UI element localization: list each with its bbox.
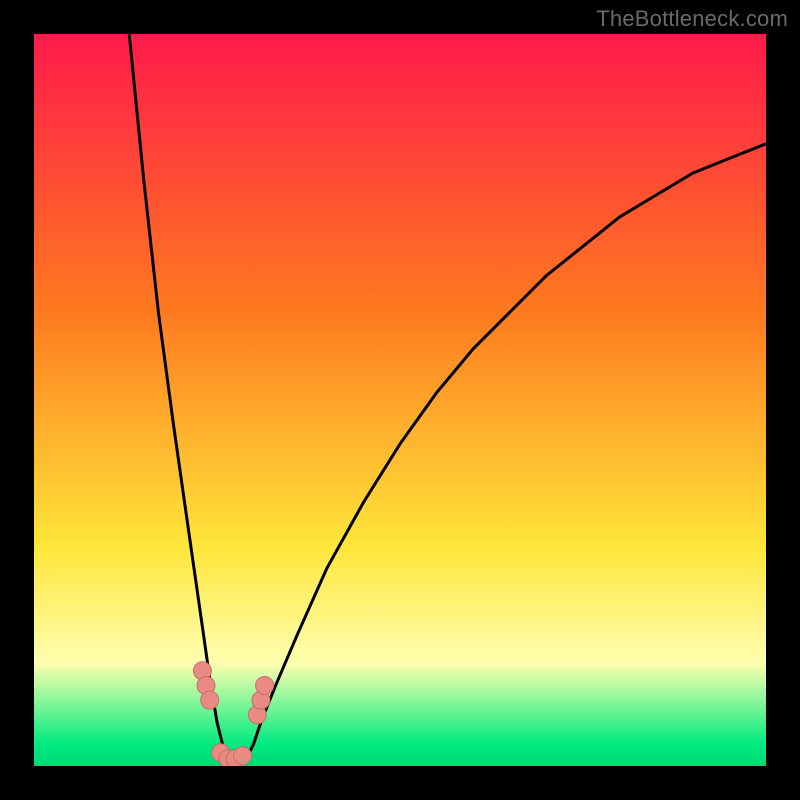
data-marker (201, 691, 219, 709)
watermark-text: TheBottleneck.com (596, 6, 788, 32)
chart-svg (34, 34, 766, 766)
data-marker (256, 677, 274, 695)
data-markers (193, 662, 273, 766)
data-marker (234, 747, 252, 765)
outer-frame: TheBottleneck.com (0, 0, 800, 800)
bottleneck-curve (129, 34, 766, 766)
plot-area (34, 34, 766, 766)
